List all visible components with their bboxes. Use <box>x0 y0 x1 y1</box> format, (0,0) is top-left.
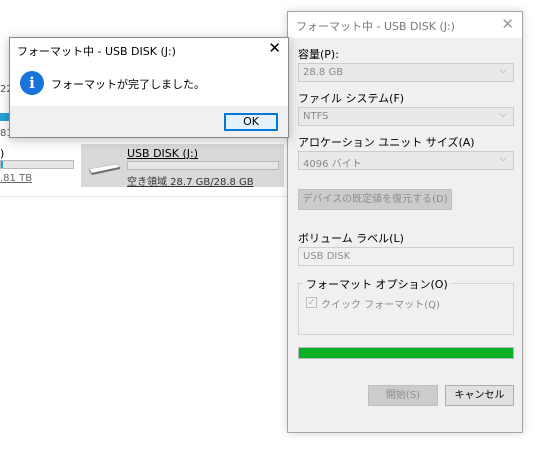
ok-button[interactable]: OK <box>224 113 278 131</box>
format-dialog-titlebar[interactable]: フォーマット中 - USB DISK (J:) ✕ <box>288 12 522 38</box>
format-dialog-title: フォーマット中 - USB DISK (J:) <box>296 20 455 33</box>
format-options-title: フォーマット オプション(O) <box>303 276 451 292</box>
quick-format-checkbox[interactable]: ✓ <box>306 297 317 308</box>
allocation-unit-select[interactable]: 4096 バイト ⌵ <box>298 151 514 170</box>
format-progress-fill <box>299 348 513 358</box>
drive-name: ) <box>0 147 5 160</box>
usb-drive-usage-bar <box>127 161 279 170</box>
filesystem-value: NTFS <box>303 111 329 122</box>
usb-drive-free-space: 空き領域 28.7 GB/28.8 GB <box>127 177 254 188</box>
format-dialog: フォーマット中 - USB DISK (J:) ✕ 容量(P): 28.8 GB… <box>287 11 523 433</box>
quick-format-label: クイック フォーマット(Q) <box>321 300 440 311</box>
drive-usage-bar <box>0 160 74 169</box>
restore-defaults-button[interactable]: デバイスの既定値を復元する(D) <box>298 189 452 210</box>
close-icon[interactable]: ✕ <box>268 39 281 57</box>
filesystem-select[interactable]: NTFS ⌵ <box>298 107 514 126</box>
message-box-titlebar[interactable]: フォーマット中 - USB DISK (J:) ✕ <box>10 38 288 62</box>
format-progress-bar <box>298 347 514 359</box>
drive-tile-partial[interactable]: ) .81 TB <box>0 146 80 188</box>
cancel-button[interactable]: キャンセル <box>445 385 514 406</box>
capacity-select[interactable]: 28.8 GB ⌵ <box>298 63 514 82</box>
volume-label-input[interactable]: USB DISK <box>298 247 514 266</box>
allocation-unit-value: 4096 バイト <box>303 159 362 170</box>
start-button[interactable]: 開始(S) <box>368 385 438 406</box>
info-icon: i <box>20 71 44 95</box>
chevron-down-icon: ⌵ <box>499 109 507 120</box>
usb-drive-name: USB DISK (J:) <box>127 147 199 160</box>
close-icon[interactable]: ✕ <box>501 15 514 33</box>
filesystem-label: ファイル システム(F) <box>298 92 405 105</box>
usb-drive-icon <box>88 163 121 175</box>
message-box-content: i フォーマットが完了しました。 <box>10 62 288 106</box>
divider <box>0 196 290 197</box>
explorer-background <box>0 0 290 40</box>
drive-size-text: .81 TB <box>0 173 33 184</box>
message-box-title: フォーマット中 - USB DISK (J:) <box>17 45 176 58</box>
format-complete-message-box: フォーマット中 - USB DISK (J:) ✕ i フォーマットが完了しまし… <box>9 37 289 138</box>
capacity-label: 容量(P): <box>298 48 339 61</box>
usb-drive-tile[interactable]: USB DISK (J:) 空き領域 28.7 GB/28.8 GB <box>81 144 284 188</box>
allocation-unit-label: アロケーション ユニット サイズ(A) <box>298 136 475 149</box>
volume-label-label: ボリューム ラベル(L) <box>298 232 404 245</box>
chevron-down-icon: ⌵ <box>499 153 507 164</box>
volume-label-value: USB DISK <box>303 251 351 262</box>
chevron-down-icon: ⌵ <box>499 65 507 76</box>
capacity-value: 28.8 GB <box>303 67 344 78</box>
message-text: フォーマットが完了しました。 <box>51 78 205 91</box>
